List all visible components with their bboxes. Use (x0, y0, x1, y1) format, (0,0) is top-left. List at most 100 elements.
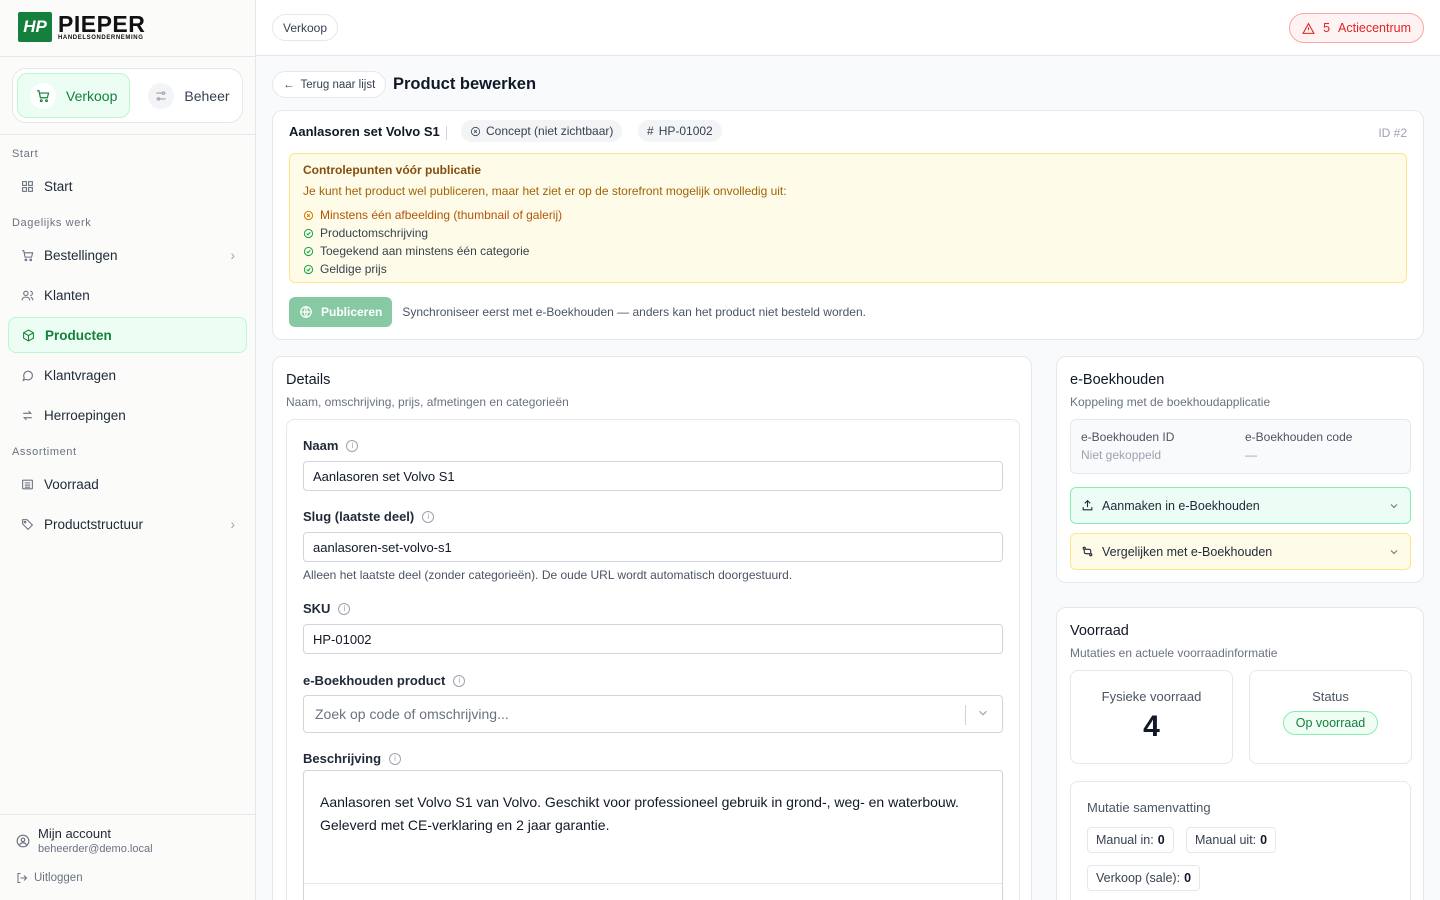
info-icon[interactable]: i (346, 439, 359, 452)
chevron-down-icon (976, 706, 990, 720)
product-id: ID #2 (1378, 126, 1407, 140)
checklist-item: Toegekend aan minstens één categorie (303, 242, 1393, 260)
sidebar-item-start[interactable]: Start (8, 168, 247, 204)
mutation-title: Mutatie samenvatting (1087, 800, 1211, 815)
section-subtitle: Mutaties en actuele voorraadinformatie (1070, 646, 1278, 660)
details-card: Details Naam, omschrijving, prijs, afmet… (272, 356, 1032, 900)
checklist-item-label: Toegekend aan minstens één categorie (320, 244, 530, 258)
mutation-value: 0 (1184, 871, 1192, 885)
sidebar-item-stock[interactable]: Voorraad (8, 466, 247, 502)
stat-label: Fysieke voorraad (1101, 689, 1202, 704)
main-content: ← Terug naar lijst Product bewerken Aanl… (256, 56, 1440, 900)
editor-toolbar[interactable] (304, 883, 1002, 900)
eb-id-label: e-Boekhouden ID (1081, 430, 1175, 444)
section-title: Voorraad (1070, 623, 1129, 639)
action-center-button[interactable]: 5 Actiecentrum (1289, 13, 1424, 43)
circle-x-icon (470, 126, 481, 137)
divider (0, 56, 255, 57)
sidebar-item-label: Herroepingen (44, 407, 126, 423)
checklist-item-label: Productomschrijving (320, 226, 429, 240)
hash-icon: # (647, 124, 654, 138)
name-label-text: Naam (303, 438, 339, 453)
info-icon[interactable]: i (422, 510, 435, 523)
physical-stock-stat: Fysieke voorraad 4 (1070, 670, 1233, 764)
brand-name: PIEPER (58, 11, 146, 37)
sidebar-item-label: Producten (45, 327, 112, 343)
cart-icon (30, 82, 56, 109)
sku-label: HP-01002 (658, 124, 713, 138)
chevron-right-icon: › (230, 516, 236, 532)
action-count: 5 (1323, 21, 1331, 35)
circle-check-icon (303, 228, 314, 239)
description-label: Beschrijving i (303, 751, 402, 766)
description-line: Aanlasoren set Volvo S1 van Volvo. Gesch… (320, 794, 959, 810)
mutation-label: Verkoop (sale): (1096, 871, 1181, 885)
checklist-title: Controlepunten vóór publicatie (303, 163, 482, 177)
description-label-text: Beschrijving (303, 751, 382, 766)
mode-beheer-button[interactable]: Beheer (136, 73, 241, 118)
account-email: beheerder@demo.local (38, 843, 153, 855)
status-badge: Op voorraad (1282, 711, 1379, 735)
publish-note: Synchroniseer eerst met e-Boekhouden — a… (402, 305, 866, 319)
sidebar-item-questions[interactable]: Klantvragen (8, 357, 247, 393)
brand-logo[interactable]: HP PIEPER HANDELSONDERNEMING (18, 12, 145, 42)
warehouse-icon (20, 477, 34, 491)
stock-status-stat: Status Op voorraad (1249, 670, 1412, 764)
sidebar-item-label: Start (44, 178, 73, 194)
checklist-item: Productomschrijving (303, 224, 1393, 242)
publish-label: Publiceren (321, 305, 383, 319)
mutation-label: Manual uit: (1195, 833, 1257, 847)
mutation-chip: Verkoop (sale): 0 (1087, 865, 1201, 891)
status-badge: Concept (niet zichtbaar) (461, 120, 623, 142)
mutation-value: 0 (1260, 833, 1268, 847)
sidebar-item-label: Productstructuur (44, 516, 144, 532)
sidebar-item-structure[interactable]: Productstructuur › (8, 506, 247, 542)
page-title: Product bewerken (393, 75, 537, 93)
slug-field[interactable]: aanlasoren-set-volvo-s1 (303, 532, 1003, 562)
action-label: Actiecentrum (1338, 21, 1411, 35)
eb-product-select[interactable]: Zoek op code of omschrijving... (303, 695, 1003, 733)
sku-label: SKU i (303, 601, 351, 616)
eb-code-label: e-Boekhouden code (1245, 430, 1353, 444)
sidebar-item-returns[interactable]: Herroepingen (8, 397, 247, 433)
checklist-item-label: Minstens één afbeelding (thumbnail of ga… (320, 208, 563, 222)
sidebar-item-products[interactable]: Producten (8, 317, 247, 353)
circle-x-icon (303, 210, 314, 221)
nav-group-assortment: Assortiment (12, 446, 77, 458)
description-line: Geleverd met CE-verklaring en 2 jaar gar… (320, 817, 610, 833)
sku-label-text: SKU (303, 601, 331, 616)
sidebar-item-orders[interactable]: Bestellingen › (8, 237, 247, 273)
info-icon[interactable]: i (453, 674, 466, 687)
back-to-list-button[interactable]: ← Terug naar lijst (272, 71, 387, 98)
logout-link[interactable]: Uitloggen (16, 872, 83, 884)
checklist-item: Minstens één afbeelding (thumbnail of ga… (303, 206, 1393, 224)
section-title: e-Boekhouden (1070, 372, 1165, 388)
mode-verkoop-button[interactable]: Verkoop (17, 73, 131, 118)
tags-icon (20, 517, 34, 531)
checklist-text: Je kunt het product wel publiceren, maar… (303, 184, 787, 198)
divider (0, 814, 255, 815)
chevron-down-icon (1388, 546, 1400, 558)
sidebar: HP PIEPER HANDELSONDERNEMING Verkoop Beh… (0, 0, 256, 900)
grid-icon (20, 179, 34, 193)
breadcrumb-label: Verkoop (283, 20, 328, 35)
compare-eboekhouden-accordion[interactable]: Vergelijken met e-Boekhouden (1070, 533, 1411, 570)
sidebar-item-customers[interactable]: Klanten (8, 277, 247, 313)
publish-button[interactable]: Publiceren (289, 297, 393, 327)
eb-id-value: Niet gekoppeld (1081, 448, 1162, 462)
name-field[interactable]: Aanlasoren set Volvo S1 (303, 461, 1003, 491)
mode-beheer-label: Beheer (184, 87, 230, 104)
account-name: Mijn account (38, 826, 111, 841)
account-menu[interactable]: Mijn account beheerder@demo.local (16, 826, 153, 855)
create-in-eboekhouden-accordion[interactable]: Aanmaken in e-Boekhouden (1070, 487, 1411, 524)
slug-label: Slug (laatste deel) i (303, 509, 435, 524)
breadcrumb[interactable]: Verkoop (272, 14, 339, 41)
sku-field[interactable]: HP-01002 (303, 624, 1003, 654)
eboekhouden-info: e-Boekhouden ID Niet gekoppeld e-Boekhou… (1070, 419, 1411, 474)
chat-icon (20, 368, 34, 382)
info-icon[interactable]: i (389, 752, 402, 765)
globe-icon (299, 305, 313, 319)
description-editor[interactable]: Aanlasoren set Volvo S1 van Volvo. Gesch… (303, 770, 1003, 900)
sidebar-item-label: Klanten (44, 287, 90, 303)
info-icon[interactable]: i (338, 602, 351, 615)
